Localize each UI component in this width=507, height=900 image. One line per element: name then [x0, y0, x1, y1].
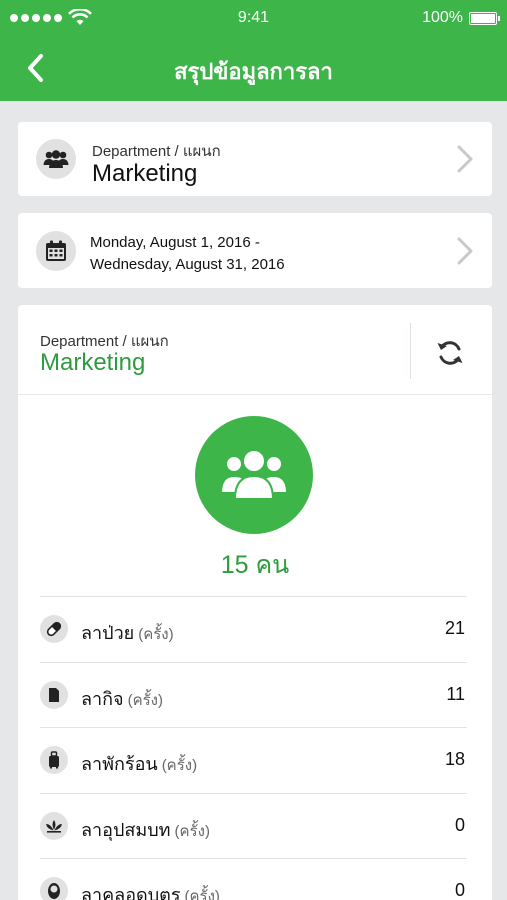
- date-range-start: Monday, August 1, 2016 -: [90, 234, 260, 251]
- leave-count: 0: [454, 814, 465, 835]
- leave-count: 0: [454, 880, 465, 900]
- document-icon: [49, 687, 59, 702]
- leave-unit: (ครั้ง): [161, 757, 198, 774]
- leave-row-maternity: ลาคลอดบุตร (ครั้ง) 0: [40, 858, 467, 900]
- leave-type-list: ลาป่วย (ครั้ง) 21 ลากิจ (ครั้ง) 11 ลาพัก…: [40, 596, 467, 900]
- baby-icon: [48, 883, 60, 899]
- luggage-icon: [49, 751, 59, 769]
- refresh-button[interactable]: [430, 333, 470, 373]
- divider: [410, 323, 411, 379]
- leave-row-personal: ลากิจ (ครั้ง) 11: [40, 661, 467, 728]
- summary-header: Department / แผนก Marketing: [18, 305, 492, 395]
- date-range-end: Wednesday, August 31, 2016: [90, 256, 285, 273]
- leave-label: ลาคลอดบุตร: [81, 885, 181, 900]
- department-avatar: [195, 416, 313, 534]
- leave-unit: (ครั้ง): [138, 626, 174, 643]
- leave-label: ลาป่วย: [81, 623, 135, 643]
- summary-card: Department / แผนก Marketing 15 คน ลาป่วย…: [18, 305, 492, 900]
- leave-unit: (ครั้ง): [174, 822, 210, 840]
- chevron-right-icon: [457, 145, 473, 173]
- pill-icon: [46, 621, 62, 637]
- date-range-selector[interactable]: Monday, August 1, 2016 - Wednesday, Augu…: [18, 213, 492, 288]
- status-time: 9:41: [237, 9, 270, 26]
- department-value: Marketing: [92, 160, 198, 187]
- summary-department-name: Marketing: [40, 349, 146, 376]
- leave-row-sick: ลาป่วย (ครั้ง) 21: [40, 596, 467, 662]
- leave-count: 18: [444, 749, 465, 769]
- refresh-icon: [437, 341, 463, 365]
- leave-label: ลากิจ: [81, 688, 124, 709]
- nav-bar: สรุปข้อมูลการลา: [0, 36, 507, 101]
- people-count: 15 คน: [220, 551, 290, 579]
- group-icon: [221, 449, 287, 500]
- leave-unit: (ครั้ง): [127, 691, 163, 709]
- app-header: 9:41 100% สรุปข้อมูลการลา: [0, 0, 507, 101]
- chevron-right-icon: [457, 237, 473, 265]
- department-selector[interactable]: Department / แผนก Marketing: [18, 122, 492, 196]
- leave-label: ลาพักร้อน: [81, 754, 158, 774]
- lotus-icon: [46, 819, 62, 833]
- battery-icon: [469, 11, 500, 25]
- status-bar: 9:41 100%: [0, 0, 507, 36]
- page-title: สรุปข้อมูลการลา: [174, 59, 333, 84]
- leave-row-vacation: ลาพักร้อน (ครั้ง) 18: [40, 727, 467, 793]
- leave-row-ordination: ลาอุปสมบท (ครั้ง) 0: [40, 792, 467, 859]
- group-icon: [43, 150, 69, 168]
- calendar-icon: [46, 240, 66, 261]
- leave-count: 11: [446, 683, 465, 704]
- leave-label: ลาอุปสมบท: [81, 819, 171, 840]
- leave-count: 21: [444, 618, 465, 638]
- leave-unit: (ครั้ง): [184, 888, 220, 900]
